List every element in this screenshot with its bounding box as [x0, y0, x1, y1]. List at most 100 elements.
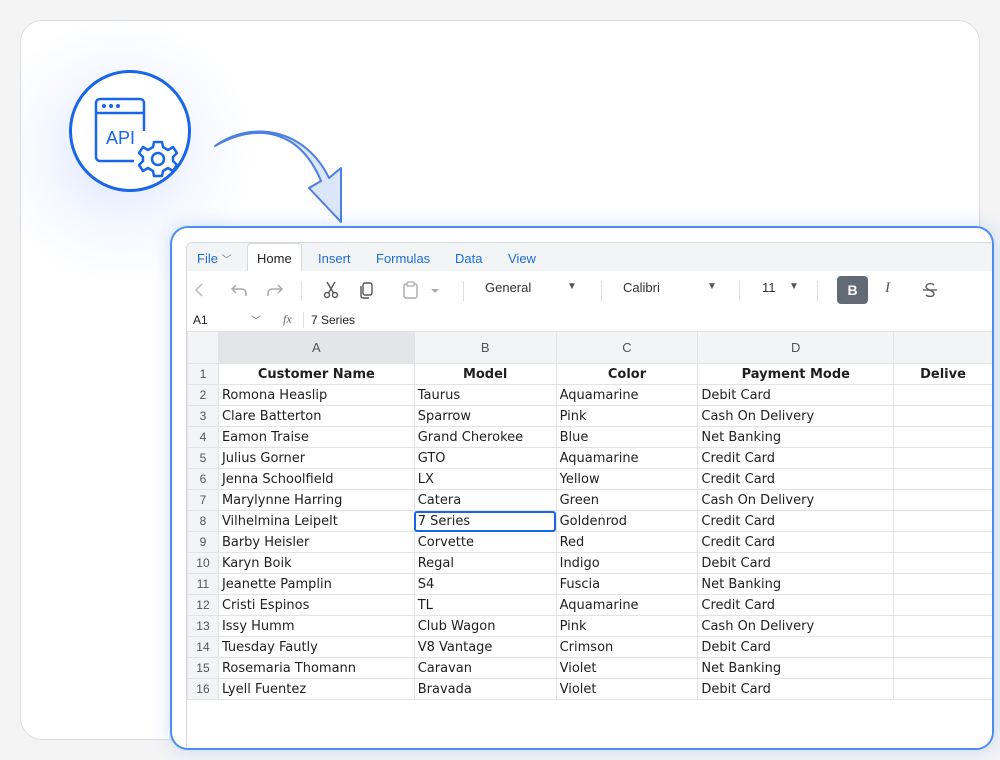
table-cell[interactable]: Karyn Boik [217, 552, 415, 574]
row-number[interactable]: 12 [187, 594, 219, 616]
table-cell[interactable]: V8 Vantage [413, 636, 557, 658]
table-cell[interactable]: Blue [555, 426, 699, 448]
table-cell[interactable]: Credit Card [697, 594, 895, 616]
undo-icon[interactable] [229, 280, 249, 300]
table-cell[interactable]: Aquamarine [555, 447, 699, 469]
table-cell[interactable]: Regal [413, 552, 557, 574]
table-cell[interactable] [893, 678, 992, 700]
row-number[interactable]: 9 [187, 531, 219, 553]
table-cell[interactable]: Barby Heisler [217, 531, 415, 553]
tab-file[interactable]: File ﹀ [197, 251, 232, 266]
row-number[interactable]: 3 [187, 405, 219, 427]
table-cell[interactable]: Jenna Schoolfield [217, 468, 415, 490]
font-family-dropdown[interactable]: Calibri ▼ [623, 280, 717, 300]
tab-insert[interactable]: Insert [318, 251, 351, 266]
header-cell[interactable]: Delive [893, 363, 992, 385]
table-cell[interactable]: Debit Card [697, 384, 895, 406]
row-number[interactable]: 15 [187, 657, 219, 679]
table-cell[interactable]: Aquamarine [555, 384, 699, 406]
table-cell[interactable]: LX [413, 468, 557, 490]
column-header-b[interactable]: B [413, 331, 557, 364]
row-number[interactable]: 14 [187, 636, 219, 658]
table-cell[interactable]: Lyell Fuentez [217, 678, 415, 700]
row-number[interactable]: 7 [187, 489, 219, 511]
table-cell[interactable]: Debit Card [697, 636, 895, 658]
cut-icon[interactable] [321, 280, 341, 300]
table-cell[interactable]: Indigo [555, 552, 699, 574]
table-cell[interactable]: Red [555, 531, 699, 553]
table-cell[interactable]: Goldenrod [555, 510, 699, 532]
row-number[interactable]: 5 [187, 447, 219, 469]
table-cell[interactable]: Jeanette Pamplin [217, 573, 415, 595]
table-cell[interactable]: Caravan [413, 657, 557, 679]
column-header-d[interactable]: D [697, 331, 895, 364]
table-cell[interactable]: Credit Card [697, 531, 895, 553]
table-cell[interactable]: Romona Heaslip [217, 384, 415, 406]
table-cell[interactable]: Violet [555, 678, 699, 700]
row-number[interactable]: 8 [187, 510, 219, 532]
tab-view[interactable]: View [508, 251, 536, 266]
table-cell[interactable]: Credit Card [697, 447, 895, 469]
table-cell[interactable] [893, 468, 992, 490]
table-cell[interactable] [893, 657, 992, 679]
number-format-dropdown[interactable]: General ▼ [485, 280, 577, 300]
row-number[interactable]: 2 [187, 384, 219, 406]
table-cell[interactable] [893, 615, 992, 637]
table-cell[interactable]: Sparrow [413, 405, 557, 427]
table-cell[interactable]: Catera [413, 489, 557, 511]
table-cell[interactable]: Cash On Delivery [697, 405, 895, 427]
table-cell[interactable]: Aquamarine [555, 594, 699, 616]
table-cell[interactable]: Crimson [555, 636, 699, 658]
row-number[interactable]: 11 [187, 573, 219, 595]
table-cell[interactable]: Taurus [413, 384, 557, 406]
table-cell[interactable] [893, 426, 992, 448]
table-cell[interactable]: 1 [893, 594, 992, 616]
table-cell[interactable]: Grand Cherokee [413, 426, 557, 448]
table-cell[interactable]: 1 [893, 510, 992, 532]
strikethrough-icon[interactable] [922, 280, 938, 300]
table-cell[interactable]: Credit Card [697, 468, 895, 490]
table-cell[interactable] [893, 552, 992, 574]
table-cell[interactable]: Pink [555, 405, 699, 427]
table-cell[interactable]: Net Banking [697, 426, 895, 448]
paste-icon[interactable] [401, 280, 441, 300]
table-cell[interactable]: Cristi Espinos [217, 594, 415, 616]
row-number[interactable]: 4 [187, 426, 219, 448]
header-cell[interactable]: Payment Mode [697, 363, 895, 385]
selected-cell[interactable]: 7 Series [413, 510, 557, 532]
bold-button[interactable]: B [837, 276, 868, 304]
table-cell[interactable]: Corvette [413, 531, 557, 553]
column-header-c[interactable]: C [555, 331, 699, 364]
table-cell[interactable]: Club Wagon [413, 615, 557, 637]
table-cell[interactable]: Net Banking [697, 657, 895, 679]
table-cell[interactable]: Cash On Delivery [697, 615, 895, 637]
copy-icon[interactable] [357, 280, 377, 300]
table-cell[interactable]: Violet [555, 657, 699, 679]
header-cell[interactable]: Model [413, 363, 557, 385]
table-cell[interactable]: Pink [555, 615, 699, 637]
formula-input[interactable]: 7 Series [311, 313, 355, 327]
name-box[interactable]: A1 [193, 313, 208, 327]
column-header-e[interactable] [893, 331, 992, 364]
italic-button[interactable]: I [885, 280, 890, 300]
name-box-chevron-icon[interactable]: ﹀ [251, 312, 261, 327]
table-cell[interactable]: GTO [413, 447, 557, 469]
table-cell[interactable]: Fuscia [555, 573, 699, 595]
table-cell[interactable]: Julius Gorner [217, 447, 415, 469]
table-cell[interactable]: Yellow [555, 468, 699, 490]
table-cell[interactable]: Cash On Delivery [697, 489, 895, 511]
row-number[interactable]: 1 [187, 363, 219, 385]
table-cell[interactable]: Debit Card [697, 552, 895, 574]
row-number[interactable]: 10 [187, 552, 219, 574]
table-cell[interactable]: Eamon Traise [217, 426, 415, 448]
table-cell[interactable]: Debit Card [697, 678, 895, 700]
tab-formulas[interactable]: Formulas [376, 251, 430, 266]
table-cell[interactable]: 1 [893, 573, 992, 595]
table-cell[interactable] [893, 384, 992, 406]
table-cell[interactable] [893, 489, 992, 511]
row-number[interactable]: 13 [187, 615, 219, 637]
table-cell[interactable]: TL [413, 594, 557, 616]
table-cell[interactable]: Marylynne Harring [217, 489, 415, 511]
table-cell[interactable]: 1 [893, 636, 992, 658]
redo-icon[interactable] [265, 280, 285, 300]
